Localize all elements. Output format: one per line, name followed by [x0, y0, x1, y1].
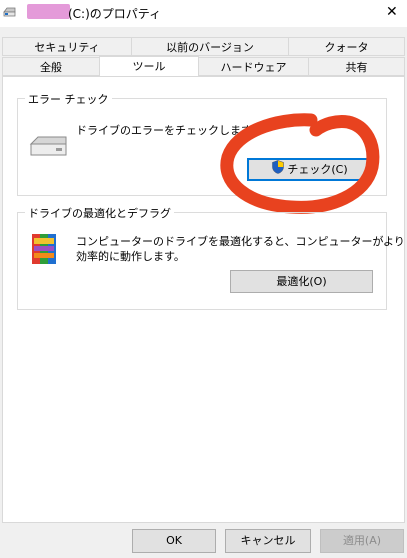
- defrag-icon: [28, 232, 62, 269]
- tab-tools[interactable]: ツール: [99, 56, 199, 76]
- title-bar: (C:)のプロパティ ✕: [0, 0, 407, 27]
- check-button[interactable]: チェック(C): [247, 158, 373, 181]
- optimize-description-line2: 効率的に動作します。: [76, 250, 185, 263]
- tab-security[interactable]: セキュリティ: [2, 37, 132, 56]
- optimize-group: [17, 212, 387, 310]
- optimize-group-label: ドライブの最適化とデフラグ: [25, 205, 174, 221]
- tab-general[interactable]: 全般: [2, 57, 100, 76]
- window-title: (C:)のプロパティ: [68, 7, 162, 21]
- optimize-button[interactable]: 最適化(O): [230, 270, 373, 293]
- tab-sharing[interactable]: 共有: [308, 57, 405, 76]
- tab-previous-versions[interactable]: 以前のバージョン: [131, 37, 289, 56]
- optimize-description-line1: コンピューターのドライブを最適化すると、コンピューターがより: [76, 235, 405, 248]
- shield-icon: [272, 159, 285, 181]
- ok-button[interactable]: OK: [132, 529, 216, 553]
- drive-icon: [28, 134, 68, 163]
- drive-icon: [3, 7, 16, 18]
- tab-quota[interactable]: クォータ: [288, 37, 405, 56]
- cancel-button[interactable]: キャンセル: [225, 529, 311, 553]
- redacted-drive-name: [27, 4, 70, 19]
- error-check-group-label: エラー チェック: [25, 91, 112, 107]
- close-button[interactable]: ✕: [386, 5, 398, 19]
- error-check-description: ドライブのエラーをチェックします。: [76, 124, 262, 137]
- apply-button[interactable]: 適用(A): [320, 529, 404, 553]
- tab-hardware[interactable]: ハードウェア: [198, 57, 309, 76]
- check-button-label: チェック(C): [287, 163, 348, 176]
- error-check-group: [17, 98, 387, 196]
